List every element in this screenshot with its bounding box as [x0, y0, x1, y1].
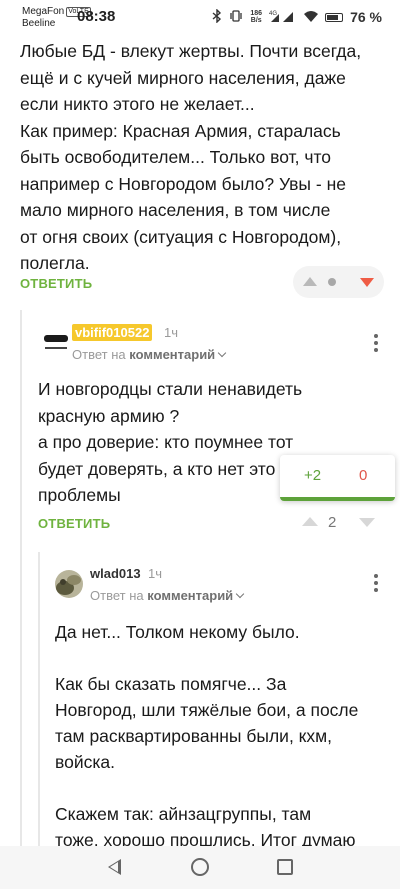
- upvote-icon[interactable]: [303, 277, 317, 286]
- downvote-icon[interactable]: [359, 518, 375, 527]
- more-icon[interactable]: [374, 334, 378, 355]
- wifi-icon: [304, 9, 319, 25]
- reply-line: там расквартированны были, кхм,: [55, 726, 332, 746]
- more-icon[interactable]: [374, 574, 378, 595]
- reply-to-prefix: Ответ на: [72, 347, 126, 362]
- back-icon[interactable]: [108, 859, 121, 875]
- reply-line: Да нет... Толком некому было.: [55, 622, 300, 642]
- rating-bar: [280, 497, 395, 501]
- downvote-icon[interactable]: [360, 278, 374, 287]
- comment-line: если никто этого не желает...: [20, 94, 255, 114]
- reply-to-prefix: Ответ на: [90, 588, 144, 603]
- svg-text:4G: 4G: [269, 11, 277, 17]
- network-speed: 186 B/s: [250, 10, 262, 24]
- comment-line: мало мирного населения, в том числе: [20, 200, 331, 220]
- clock: 08:38: [77, 8, 116, 25]
- avatar[interactable]: [40, 326, 72, 358]
- home-icon[interactable]: [191, 858, 209, 876]
- reply-line: Новгород, шли тяжёлые бои, а после: [55, 700, 359, 720]
- reply-to-link[interactable]: комментарий: [147, 588, 233, 603]
- status-bar: MegaFon VoLTE Beeline 08:38 186 B/s 4G 76…: [0, 0, 400, 34]
- reply-line: [55, 645, 358, 671]
- reply-line: И новгородцы стали ненавидеть: [38, 379, 303, 399]
- bluetooth-icon: [212, 7, 222, 26]
- score-dot: [328, 278, 336, 286]
- status-icons: 186 B/s 4G 76 %: [212, 7, 382, 26]
- comment-score: 2: [328, 514, 337, 531]
- battery-level: 76 %: [350, 9, 382, 25]
- thread-line: [20, 310, 22, 846]
- chevron-down-icon: [217, 348, 227, 358]
- chevron-down-icon: [235, 589, 245, 599]
- rating-bar-fill: [280, 497, 395, 501]
- reply-line: проблемы: [38, 485, 121, 505]
- speed-unit: B/s: [250, 17, 262, 24]
- battery-icon: [325, 12, 344, 22]
- comment-time: 1ч: [164, 325, 179, 340]
- comment-line: быть освободителем... Только вот, что: [20, 147, 332, 167]
- comment-body: Любые БД - влекут жертвы. Почти всегда, …: [20, 38, 361, 277]
- upvote-icon[interactable]: [302, 517, 318, 526]
- username[interactable]: vbifif010522: [72, 324, 153, 341]
- reply-to-meta[interactable]: Ответ на комментарий: [72, 347, 227, 362]
- comment-line: Как пример: Красная Армия, старалась: [20, 120, 341, 141]
- navigation-bar: [0, 846, 400, 889]
- reply-line: Как бы сказать помягче... За: [55, 674, 287, 694]
- vote-controls: [293, 266, 384, 298]
- thread-line: [38, 552, 40, 846]
- signal-icon: 4G: [269, 9, 297, 26]
- reply-line: будет доверять, а кто нет это: [38, 458, 276, 479]
- comment-line: Любые БД - влекут жертвы. Почти всегда,: [20, 41, 362, 61]
- reply-body: Да нет... Толком некому было. Как бы ска…: [55, 619, 358, 853]
- comment-line: от огня своих (ситуация с Новгородом),: [20, 226, 342, 247]
- reply-line: войска.: [55, 752, 115, 772]
- recents-icon[interactable]: [277, 859, 293, 875]
- reply-to-meta[interactable]: Ответ на комментарий: [90, 588, 245, 603]
- upvote-count: +2: [304, 467, 322, 484]
- carrier-1: MegaFon: [22, 6, 65, 17]
- reply-to-link[interactable]: комментарий: [129, 347, 215, 362]
- reply-line: Скажем так: айнзацгруппы, там: [55, 804, 312, 824]
- comment-time: 1ч: [148, 566, 163, 581]
- reply-line: [55, 775, 358, 801]
- reply-button[interactable]: ОТВЕТИТЬ: [20, 276, 92, 291]
- reply-body: И новгородцы стали ненавидеть красную ар…: [38, 376, 302, 509]
- vibrate-icon: [229, 9, 243, 26]
- reply-line: а про доверие: кто поумнее тот: [38, 432, 294, 452]
- comment-line: ещё и с кучей мирного населения, даже: [20, 67, 346, 88]
- rating-popup: +2 0: [280, 455, 395, 501]
- username[interactable]: wlad013: [90, 566, 141, 581]
- reply-button[interactable]: ОТВЕТИТЬ: [38, 516, 110, 531]
- speed-value: 186: [250, 10, 263, 17]
- comment-line: например с Новгородом было? Увы - не: [20, 173, 346, 194]
- avatar[interactable]: [55, 570, 83, 598]
- downvote-count: 0: [359, 467, 368, 484]
- reply-line: красную армию ?: [38, 405, 180, 426]
